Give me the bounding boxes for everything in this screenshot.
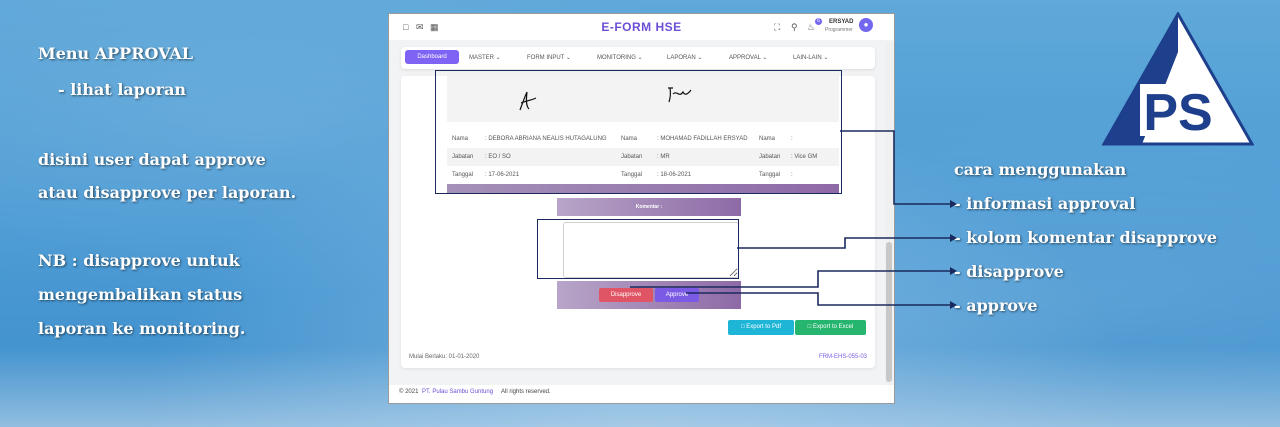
callout-connectors — [630, 130, 957, 309]
